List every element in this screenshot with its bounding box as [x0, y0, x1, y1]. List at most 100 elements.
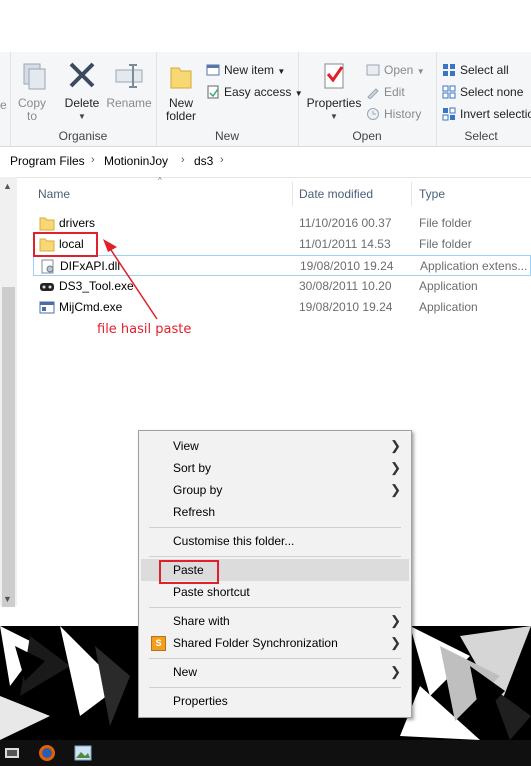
rename-icon: [113, 60, 145, 92]
properties-icon: [318, 60, 350, 92]
chevron-right-icon: ❯: [390, 635, 401, 650]
highlight-box-local: [33, 232, 98, 257]
menu-separator: [149, 658, 401, 659]
breadcrumb: Program Files › MotioninJoy › ds3 ›: [0, 147, 531, 178]
chevron-right-icon[interactable]: ›: [181, 154, 185, 166]
column-divider[interactable]: [411, 182, 412, 206]
menu-item-sort-by[interactable]: Sort by ❯: [141, 457, 409, 479]
ribbon-group-organise: Copy to Delete ▼ Rename Organise: [10, 52, 157, 146]
vertical-scrollbar[interactable]: ▲ ▼: [0, 177, 17, 607]
open-button[interactable]: Open ▼: [366, 60, 425, 80]
properties-dropdown-icon[interactable]: ▼: [306, 110, 362, 123]
file-date: 19/08/2010 19.24: [300, 259, 394, 273]
easy-access-button[interactable]: Easy access ▼: [206, 82, 303, 102]
new-item-button[interactable]: New item ▼: [206, 60, 285, 80]
new-folder-button[interactable]: New folder: [162, 60, 200, 123]
menu-separator: [149, 527, 401, 528]
open-icon: [366, 63, 380, 77]
folder-icon: [39, 216, 55, 231]
easy-access-icon: [206, 85, 220, 99]
menu-item-new[interactable]: New ❯: [141, 661, 409, 683]
ribbon-group-new: New folder New item ▼ Easy access ▼ New: [156, 52, 303, 146]
history-button[interactable]: History: [366, 104, 421, 124]
edit-icon: [366, 85, 380, 100]
file-type: File folder: [419, 216, 472, 230]
context-menu: View ❯ Sort by ❯ Group by ❯ Refresh Customi…: [138, 430, 412, 718]
delete-dropdown-icon[interactable]: ▼: [62, 110, 102, 123]
file-date: 11/10/2016 00.37: [299, 216, 392, 230]
menu-separator: [149, 556, 401, 557]
file-type: File folder: [419, 237, 472, 251]
menu-item-share-with[interactable]: Share with ❯: [141, 610, 409, 632]
organise-group-label: Organise: [58, 129, 108, 143]
chevron-right-icon: ❯: [390, 438, 401, 453]
column-header-date[interactable]: Date modified: [299, 182, 373, 206]
select-none-icon: [442, 85, 456, 99]
exe-icon: [39, 300, 55, 315]
chevron-right-icon[interactable]: ›: [220, 154, 224, 166]
annotation-arrow-icon: [103, 239, 158, 320]
file-date: 30/08/2011 10.20: [299, 279, 392, 293]
breadcrumb-item-motioninjoy[interactable]: MotioninJoy: [104, 154, 168, 168]
sort-indicator-icon: ^: [158, 176, 162, 185]
chevron-right-icon: ❯: [390, 613, 401, 628]
menu-separator: [149, 687, 401, 688]
table-row[interactable]: drivers 11/10/2016 00.37 File folder: [33, 213, 531, 234]
column-divider[interactable]: [292, 182, 293, 206]
menu-item-group-by[interactable]: Group by ❯: [141, 479, 409, 501]
file-date: 11/01/2011 14.53: [299, 237, 391, 251]
file-name: drivers: [59, 216, 96, 230]
properties-button[interactable]: Properties ▼: [306, 60, 362, 123]
title-strip: [0, 0, 531, 53]
photo-viewer-icon[interactable]: [74, 744, 92, 762]
annotation-label: file hasil paste: [97, 322, 192, 337]
history-icon: [366, 107, 380, 121]
clipboard-partial-label: e: [0, 98, 7, 112]
file-type: Application extens...: [420, 259, 528, 273]
select-all-icon: [442, 63, 456, 77]
highlight-box-paste: [159, 560, 219, 584]
ribbon: e Copy to Delete ▼ Rename Organise New f…: [0, 52, 531, 147]
firefox-icon[interactable]: [38, 744, 56, 762]
menu-item-refresh[interactable]: Refresh: [141, 501, 409, 523]
select-none-button[interactable]: Select none: [442, 82, 523, 102]
copy-to-icon: [16, 60, 48, 92]
edit-button[interactable]: Edit: [366, 82, 405, 102]
menu-item-shared-folder-sync[interactable]: S Shared Folder Synchronization ❯: [141, 632, 409, 654]
ribbon-group-open: Properties ▼ Open ▼ Edit History Open: [298, 52, 437, 146]
chevron-right-icon: ❯: [390, 482, 401, 497]
scroll-down-icon[interactable]: ▼: [3, 594, 12, 604]
breadcrumb-item-program-files[interactable]: Program Files: [10, 154, 85, 168]
menu-separator: [149, 607, 401, 608]
file-date: 19/08/2010 19.24: [299, 300, 393, 314]
taskbar: [0, 740, 531, 766]
chevron-right-icon: ❯: [390, 664, 401, 679]
menu-item-paste-shortcut[interactable]: Paste shortcut: [141, 581, 409, 603]
menu-item-properties[interactable]: Properties: [141, 690, 409, 712]
select-all-button[interactable]: Select all: [442, 60, 509, 80]
chevron-right-icon: ❯: [390, 460, 401, 475]
delete-x-icon: [66, 60, 98, 92]
invert-selection-button[interactable]: Invert selection: [442, 104, 531, 124]
media-app-icon[interactable]: [4, 745, 20, 761]
select-group-label: Select: [464, 129, 498, 143]
menu-item-view[interactable]: View ❯: [141, 435, 409, 457]
rename-button[interactable]: Rename: [104, 60, 154, 110]
chevron-right-icon[interactable]: ›: [91, 154, 95, 166]
scroll-up-icon[interactable]: ▲: [3, 181, 12, 191]
new-folder-icon: [165, 60, 197, 92]
scrollbar-thumb[interactable]: [2, 287, 15, 607]
file-type: Application: [419, 300, 478, 314]
invert-selection-icon: [442, 107, 456, 121]
dll-icon: [40, 259, 56, 274]
breadcrumb-item-ds3[interactable]: ds3: [194, 154, 213, 168]
menu-item-customise-folder[interactable]: Customise this folder...: [141, 530, 409, 552]
file-type: Application: [419, 279, 478, 293]
copy-to-button[interactable]: Copy to: [14, 60, 50, 123]
new-item-icon: [206, 63, 220, 77]
column-header-name[interactable]: Name: [38, 182, 70, 206]
chevron-down-icon: ▼: [277, 67, 286, 76]
delete-button[interactable]: Delete ▼: [62, 60, 102, 123]
ribbon-group-select: Select all Select none Invert selection …: [436, 52, 531, 146]
column-header-type[interactable]: Type: [419, 182, 445, 206]
